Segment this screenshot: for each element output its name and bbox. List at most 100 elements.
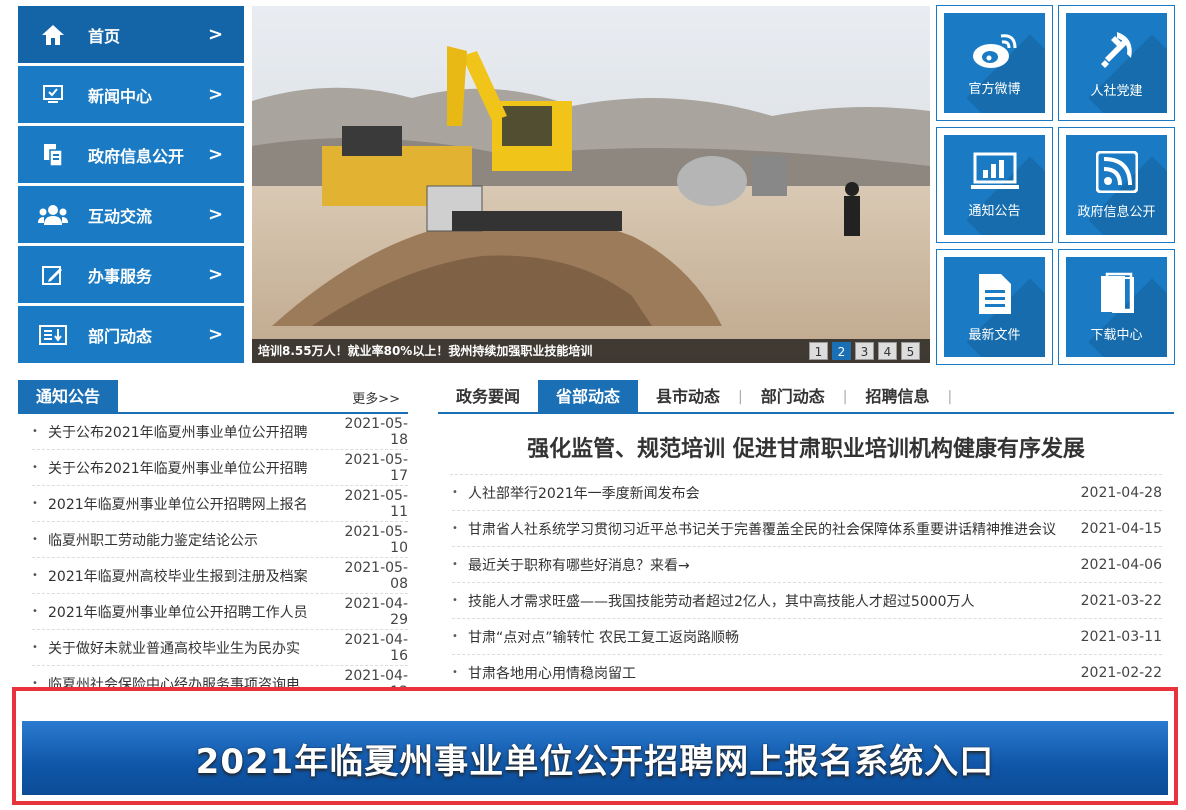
nav-item-gov-info[interactable]: 政府信息公开 >: [18, 126, 244, 183]
item-date: 2021-05-18: [344, 415, 408, 448]
notice-title: 通知公告: [18, 380, 118, 414]
news-panel: 政务要闻 省部动态 县市动态 | 部门动态 | 招聘信息 | 强化监管、规范培训…: [438, 380, 1174, 691]
bullet-icon: •: [32, 534, 38, 545]
chevron-right-icon: >: [208, 144, 224, 165]
tab-province-news[interactable]: 省部动态: [538, 380, 639, 412]
report-icon: [18, 324, 88, 346]
tile-notices[interactable]: 通知公告: [936, 127, 1053, 243]
nav-item-label: 办事服务: [88, 266, 153, 286]
list-item[interactable]: • 最近关于职称有哪些好消息？来看→ 2021-04-06: [452, 547, 1162, 583]
tab-dept-news[interactable]: 部门动态: [743, 380, 843, 412]
item-title: 2021年临夏州高校毕业生报到注册及档案: [48, 568, 308, 585]
item-title: 甘肃“点对点”输转忙 农民工复工返岗路顺畅: [468, 629, 739, 646]
item-date: 2021-05-10: [344, 523, 408, 556]
news-tabs: 政务要闻 省部动态 县市动态 | 部门动态 | 招聘信息 |: [438, 380, 1174, 414]
item-title: 临夏州职工劳动能力鉴定结论公示: [48, 532, 258, 549]
rss-icon: [1095, 150, 1138, 193]
list-item[interactable]: • 2021年临夏州事业单位公开招聘工作人员 2021-04-29: [32, 594, 408, 630]
item-title: 2021年临夏州事业单位公开招聘工作人员: [48, 604, 308, 621]
tile-download-center[interactable]: 下载中心: [1058, 249, 1175, 365]
item-date: 2021-03-11: [1080, 628, 1162, 645]
list-item[interactable]: • 甘肃“点对点”输转忙 农民工复工返岗路顺畅 2021-03-11: [452, 619, 1162, 655]
chevron-right-icon: >: [208, 24, 224, 45]
tile-gov-info-open[interactable]: 政府信息公开: [1058, 127, 1175, 243]
list-item[interactable]: • 2021年临夏州事业单位公开招聘网上报名 2021-05-11: [32, 486, 408, 522]
nav-item-services[interactable]: 办事服务 >: [18, 246, 244, 303]
tile-label: 官方微博: [968, 81, 1021, 97]
nav-item-dept-news[interactable]: 部门动态 >: [18, 306, 244, 363]
list-item[interactable]: • 2021年临夏州高校毕业生报到注册及档案 2021-05-08: [32, 558, 408, 594]
home-icon: [18, 24, 88, 46]
list-item[interactable]: • 关于公布2021年临夏州事业单位公开招聘 2021-05-18: [32, 414, 408, 450]
list-item[interactable]: • 技能人才需求旺盛——我国技能劳动者超过2亿人，其中高技能人才超过5000万人 2…: [452, 583, 1162, 619]
tile-label: 最新文件: [968, 327, 1021, 343]
notice-list: • 关于公布2021年临夏州事业单位公开招聘 2021-05-18 • 关于公布202…: [18, 414, 408, 702]
bullet-icon: •: [32, 462, 38, 473]
tab-county-news[interactable]: 县市动态: [638, 380, 738, 412]
download-books-icon: [1100, 272, 1134, 313]
tile-label: 通知公告: [968, 203, 1021, 219]
item-date: 2021-04-06: [1080, 556, 1162, 573]
nav-item-home[interactable]: 首页 >: [18, 6, 244, 63]
list-item[interactable]: • 甘肃各地用心用情稳岗留工 2021-02-22: [452, 655, 1162, 691]
slider-dot[interactable]: 4: [878, 342, 897, 360]
bullet-icon: •: [452, 487, 458, 498]
item-title: 2021年临夏州事业单位公开招聘网上报名: [48, 496, 308, 513]
recruitment-banner[interactable]: 2021年临夏州事业单位公开招聘网上报名系统入口: [22, 721, 1168, 795]
item-title: 甘肃省人社系统学习贯彻习近平总书记关于完善覆盖全民的社会保障体系重要讲话精神推进…: [468, 521, 1056, 538]
bullet-icon: •: [452, 523, 458, 534]
slider-photo: [252, 6, 930, 363]
tile-official-weibo[interactable]: 官方微博: [936, 5, 1053, 121]
more-link[interactable]: 更多>>: [352, 388, 400, 407]
slider-dot[interactable]: 1: [809, 342, 828, 360]
item-date: 2021-05-11: [344, 487, 408, 520]
bullet-icon: •: [32, 498, 38, 509]
tile-latest-files[interactable]: 最新文件: [936, 249, 1053, 365]
edit-icon: [18, 264, 88, 286]
headline-link[interactable]: 强化监管、规范培训 促进甘肃职业培训机构健康有序发展: [450, 431, 1162, 475]
item-date: 2021-05-08: [344, 559, 408, 592]
item-date: 2021-04-16: [344, 631, 408, 664]
nav-item-label: 政府信息公开: [88, 146, 185, 166]
tile-party-building[interactable]: 人社党建: [1058, 5, 1175, 121]
party-emblem-icon: [1100, 31, 1132, 68]
tile-label: 政府信息公开: [1077, 204, 1156, 220]
tab-separator: |: [947, 389, 953, 405]
bullet-icon: •: [452, 667, 458, 678]
main-nav: 首页 > 新闻中心 > 政府信息公开 > 互动交流 > 办事服务 > 部门动态 …: [18, 6, 244, 366]
notice-panel: 通知公告 更多>> • 关于公布2021年临夏州事业单位公开招聘 2021-05-1…: [18, 380, 408, 702]
nav-item-news-center[interactable]: 新闻中心 >: [18, 66, 244, 123]
tile-label: 人社党建: [1090, 83, 1143, 99]
tab-recruitment[interactable]: 招聘信息: [848, 380, 948, 412]
slider-dot[interactable]: 3: [855, 342, 874, 360]
chevron-right-icon: >: [208, 84, 224, 105]
item-date: 2021-02-22: [1080, 664, 1162, 681]
list-item[interactable]: • 临夏州职工劳动能力鉴定结论公示 2021-05-10: [32, 522, 408, 558]
list-item[interactable]: • 人社部举行2021年一季度新闻发布会 2021-04-28: [452, 475, 1162, 511]
list-item[interactable]: • 甘肃省人社系统学习贯彻习近平总书记关于完善覆盖全民的社会保障体系重要讲话精神推…: [452, 511, 1162, 547]
nav-item-label: 部门动态: [88, 326, 153, 346]
users-icon: [18, 204, 88, 226]
chevron-right-icon: >: [208, 324, 224, 345]
item-title: 关于公布2021年临夏州事业单位公开招聘: [48, 424, 308, 441]
bullet-icon: •: [32, 570, 38, 581]
weibo-icon: [972, 33, 1016, 68]
item-date: 2021-04-29: [344, 595, 408, 628]
nav-item-interaction[interactable]: 互动交流 >: [18, 186, 244, 243]
list-item[interactable]: • 关于公布2021年临夏州事业单位公开招聘 2021-05-17: [32, 450, 408, 486]
tab-gov-news[interactable]: 政务要闻: [438, 380, 538, 412]
list-item[interactable]: • 关于做好未就业普通高校毕业生为民办实 2021-04-16: [32, 630, 408, 666]
bullet-icon: •: [32, 606, 38, 617]
nav-item-label: 互动交流: [88, 206, 153, 226]
news-slider[interactable]: 培训8.55万人！就业率80%以上！我州持续加强职业技能培训 1 2 3 4 5: [252, 6, 930, 363]
document-icon: [18, 143, 88, 167]
bullet-icon: •: [452, 559, 458, 570]
bullet-icon: •: [452, 595, 458, 606]
chevron-right-icon: >: [208, 204, 224, 225]
item-title: 技能人才需求旺盛——我国技能劳动者超过2亿人，其中高技能人才超过5000万人: [468, 593, 975, 610]
monitor-icon: [18, 84, 88, 106]
slider-dot[interactable]: 2: [832, 342, 851, 360]
item-title: 最近关于职称有哪些好消息？来看→: [468, 557, 690, 574]
notice-header: 通知公告 更多>>: [18, 380, 408, 414]
slider-dot[interactable]: 5: [901, 342, 920, 360]
